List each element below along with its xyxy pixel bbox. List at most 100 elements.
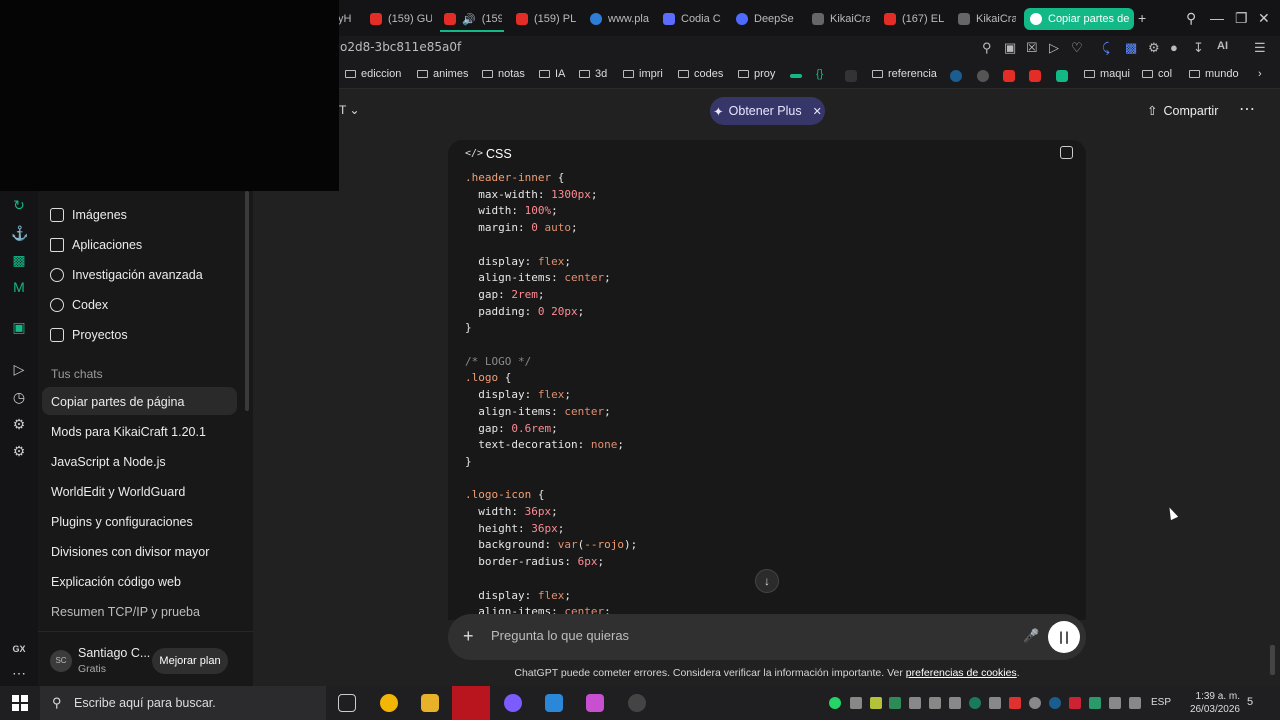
gx-refresh-icon[interactable]: ↻ [11,197,27,213]
tab[interactable]: KikaiCra [812,8,870,30]
tab[interactable]: Codia C [663,8,723,30]
heart-icon[interactable]: ♡ [1071,40,1083,56]
prompt-input[interactable] [491,628,971,643]
bookmark-a-icon[interactable] [1056,70,1068,82]
tray-icon[interactable] [1029,697,1041,709]
taskbar-search[interactable]: ⚲ Escribe aquí para buscar. [40,686,326,720]
windows-start-icon[interactable] [12,695,28,711]
nav-aplicaciones[interactable]: Aplicaciones [50,233,142,257]
bookmark-maqui[interactable]: maqui [1084,68,1130,80]
whatsapp-icon[interactable] [829,697,841,709]
gx-wallet-icon[interactable]: ▩ [11,252,27,268]
new-tab-icon[interactable]: + [1138,10,1146,26]
chat-item[interactable]: Divisiones con divisor mayor [51,545,209,559]
play-icon[interactable]: ▷ [1049,40,1059,56]
obs-icon[interactable] [628,694,646,712]
page-scrollbar[interactable] [1270,645,1275,675]
youtube-icon[interactable] [1003,70,1015,82]
opera-gx-icon[interactable] [452,686,490,720]
notification-icon[interactable]: 5 [1247,696,1253,708]
nav-proyectos[interactable]: Proyectos [50,323,128,347]
tray-icon[interactable] [889,697,901,709]
sidebar-scrollbar[interactable] [245,191,249,411]
tray-icon[interactable] [850,697,862,709]
tray-icon[interactable] [1089,697,1101,709]
avatar[interactable]: SC [50,650,72,672]
chat-item[interactable]: WorldEdit y WorldGuard [51,485,185,499]
bookmark-animes[interactable]: animes [417,68,468,80]
bookmark-ediccion[interactable]: ediccion [345,68,401,80]
bookmark-braces[interactable]: {} [816,68,823,80]
tray-icon[interactable] [1069,697,1081,709]
url-field[interactable]: o2d8-3bc811e85a0f [340,40,461,54]
more-options-icon[interactable]: ⋯ [1239,99,1255,119]
chat-item[interactable]: Plugins y configuraciones [51,515,193,529]
chat-item[interactable]: Explicación código web [51,575,181,589]
tab[interactable]: yH [338,8,364,30]
chat-item[interactable]: JavaScript a Node.js [51,455,166,469]
usb-icon[interactable] [909,697,921,709]
tray-icon[interactable] [969,697,981,709]
minimize-icon[interactable]: — [1210,10,1224,26]
bookmark-codes[interactable]: codes [678,68,723,80]
tray-icon[interactable] [929,697,941,709]
tab[interactable]: (159) PL [516,8,578,30]
close-icon[interactable]: ✕ [1258,10,1270,27]
ai-icon[interactable]: AI [1217,40,1228,52]
battery-icon[interactable] [949,697,961,709]
volume-icon[interactable] [1109,697,1121,709]
gx-logo-icon[interactable]: GX [11,641,27,657]
bookmark-proy[interactable]: proy [738,68,775,80]
bookmark-notas[interactable]: notas [482,68,525,80]
chat-item[interactable]: Resumen TCP/IP y prueba [51,605,200,619]
download-icon[interactable]: ↧ [1193,40,1204,56]
pin-icon[interactable]: ⚲ [982,40,992,56]
language-indicator[interactable]: ESP [1151,697,1171,708]
chat-item[interactable]: Mods para KikaiCraft 1.20.1 [51,425,206,439]
model-selector[interactable]: T ⌄ [339,103,360,117]
clock[interactable]: 1:39 a. m. 26/03/2026 [1180,690,1240,716]
voice-mode-button[interactable]: ∣∣ [1048,621,1080,653]
menu-icon[interactable]: ☰ [1254,40,1266,56]
bookmark-col[interactable]: col [1142,68,1172,80]
nav-investigacion[interactable]: Investigación avanzada [50,263,203,287]
settings-icon[interactable]: ⚙ [11,443,27,459]
translate-icon[interactable]: ▩ [1125,40,1137,56]
file-explorer-icon[interactable] [421,694,439,712]
extensions-icon[interactable]: ⚙ [11,416,27,432]
cookie-preferences-link[interactable]: preferencias de cookies [906,667,1017,679]
tab[interactable]: (167) EL [884,8,946,30]
history-icon[interactable]: ◷ [11,389,27,405]
audio-icon[interactable]: ⤹ [1102,40,1110,56]
screenshot-icon[interactable]: ▣ [1004,40,1016,56]
tab[interactable]: DeepSe [736,8,798,30]
tray-icon[interactable] [989,697,1001,709]
tab-active[interactable]: Copiar partes de [1024,8,1134,30]
tab[interactable]: KikaiCra [958,8,1016,30]
player-icon[interactable]: ▷ [11,361,27,377]
tray-icon[interactable] [1009,697,1021,709]
plus-icon[interactable]: + [463,626,474,646]
gx-m-icon[interactable]: M [11,279,27,295]
network-icon[interactable] [1129,697,1141,709]
bookmark-impri[interactable]: impri [623,68,663,80]
get-plus-button[interactable]: ✦ Obtener Plus ✕ [710,97,825,125]
share-button[interactable]: ⇧ Compartir [1147,103,1218,119]
maximize-icon[interactable]: ❐ [1235,10,1248,27]
extensions-icon[interactable]: ⚙ [1148,40,1160,56]
copy-icon[interactable] [1060,146,1073,159]
bookmark-dash-icon[interactable] [790,74,802,78]
bookmark-mundo[interactable]: mundo [1189,68,1239,80]
tab[interactable]: 🔊 (159 [444,8,502,30]
vscode-icon[interactable] [545,694,563,712]
steam-icon[interactable] [1049,697,1061,709]
bookmark-referencia[interactable]: referencia [872,68,937,80]
chevron-right-icon[interactable]: › [1258,68,1262,80]
close-icon[interactable]: ✕ [813,105,822,118]
bookmark-square-icon[interactable] [845,70,857,82]
tray-icon[interactable] [870,697,882,709]
app-icon[interactable] [586,694,604,712]
bookmark-ia[interactable]: IA [539,68,565,80]
search-icon[interactable]: ⚲ [1186,10,1196,27]
scroll-down-button[interactable]: ↓ [755,569,779,593]
